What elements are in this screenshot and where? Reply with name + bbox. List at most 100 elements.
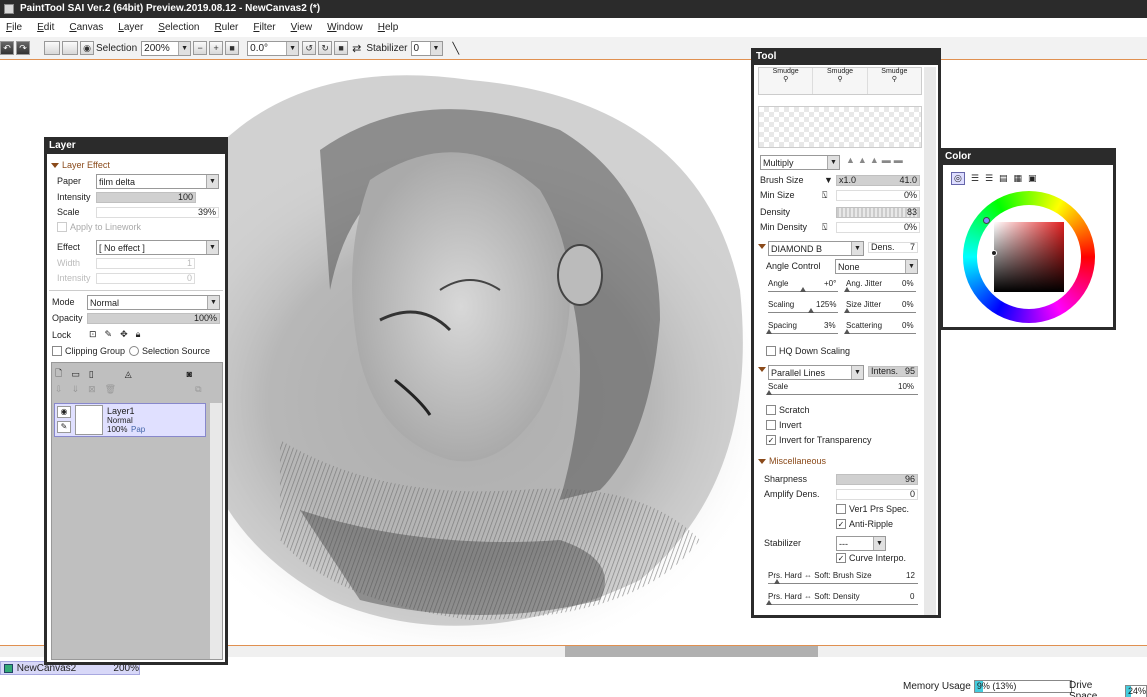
effect-select[interactable]: [ No effect ] ▼ xyxy=(96,240,219,255)
rotate-reset-button[interactable]: ■ xyxy=(334,41,349,55)
deselect-button[interactable] xyxy=(44,41,60,55)
rotate-left-icon[interactable]: ↺ xyxy=(302,41,317,55)
min-size-pressure-icon[interactable]: ⍂ xyxy=(822,190,827,201)
new-folder-icon[interactable]: ▭ xyxy=(71,369,80,380)
scale-slider[interactable]: 39% xyxy=(96,207,219,218)
blend-mode-select[interactable]: Normal ▼ xyxy=(87,295,220,310)
layer-row-layer1[interactable]: ◉ ✎ Layer1 Normal 100% Pap xyxy=(54,403,206,437)
zoom-reset-button[interactable]: ■ xyxy=(225,41,240,55)
prs-brush-size-slider-handle[interactable] xyxy=(774,579,780,584)
min-size-slider[interactable]: 0% xyxy=(836,190,920,201)
zoom-select[interactable]: 200% ▼ xyxy=(141,40,192,56)
rotation-select[interactable]: 0.0° ▼ xyxy=(247,40,300,56)
redo-icon[interactable]: ↷ xyxy=(16,41,30,55)
brush-blend-select[interactable]: Multiply ▼ xyxy=(760,155,840,170)
tool-slot-smudge-1[interactable]: Smudge ⚲ xyxy=(759,68,814,94)
density-slider[interactable]: 83 xyxy=(836,207,920,218)
prs-density-slider[interactable] xyxy=(768,604,918,605)
brush-size-slider[interactable]: x1.0 41.0 xyxy=(836,175,920,186)
stabilizer-select[interactable]: 0 ▼ xyxy=(410,40,443,56)
menu-selection[interactable]: Selection xyxy=(152,22,208,33)
lock-paint-icon[interactable]: ✎ xyxy=(105,329,113,340)
menu-canvas[interactable]: Canvas xyxy=(63,22,112,33)
transfer-down-icon[interactable]: ⇩ xyxy=(55,384,63,395)
delete-layer-icon[interactable]: 🗑︎ xyxy=(105,384,116,395)
tool-panel-scrollbar[interactable] xyxy=(924,67,936,615)
texture-scale-slider-handle[interactable] xyxy=(766,390,772,395)
texture-intensity[interactable]: Intens. 95 xyxy=(868,366,918,377)
undo-icon[interactable]: ↶ xyxy=(0,41,14,55)
texture-scale-slider[interactable] xyxy=(768,394,918,395)
angle-slider-handle[interactable] xyxy=(800,287,806,292)
hq-down-scaling-checkbox[interactable]: HQ Down Scaling xyxy=(766,346,850,356)
new-linework-icon[interactable]: ▯ xyxy=(89,369,94,380)
lock-move-icon[interactable]: ✥ xyxy=(120,329,128,340)
rgb-sliders-tab-icon[interactable]: ☰ xyxy=(971,173,979,184)
paper-select[interactable]: film delta ▼ xyxy=(96,174,219,189)
layer-visibility-icon[interactable]: ◉ xyxy=(57,406,71,418)
texture-select[interactable]: Parallel Lines ▼ xyxy=(768,365,864,380)
brush-size-arrow-icon[interactable]: ▼ xyxy=(824,175,833,185)
tip-shape-3-icon[interactable]: ▲ xyxy=(870,155,879,165)
apply-linework-checkbox[interactable]: Apply to Linework xyxy=(57,222,141,232)
ver1-prs-spec-checkbox[interactable]: Ver1 Prs Spec. xyxy=(836,504,909,514)
clipping-group-checkbox[interactable]: Clipping Group xyxy=(52,346,125,356)
prs-density-slider-handle[interactable] xyxy=(766,600,772,605)
ang-jitter-slider[interactable] xyxy=(846,291,916,292)
layer-edit-icon[interactable]: ✎ xyxy=(57,421,71,433)
curve-interpo-checkbox[interactable]: ✓ Curve Interpo. xyxy=(836,553,906,563)
scrollbar-thumb[interactable] xyxy=(565,646,818,657)
layer-list-scrollbar[interactable] xyxy=(210,403,222,659)
mixer-tab-icon[interactable]: ▤ xyxy=(999,173,1008,184)
scratch-checkbox[interactable]: Scratch xyxy=(766,405,810,415)
angle-control-select[interactable]: None ▼ xyxy=(835,259,918,274)
opacity-slider[interactable]: 100% xyxy=(87,313,220,324)
clear-layer-icon[interactable]: ⊠ xyxy=(88,384,96,395)
menu-filter[interactable]: Filter xyxy=(247,22,284,33)
min-density-slider[interactable]: 0% xyxy=(836,222,920,233)
width-slider[interactable]: 1 xyxy=(96,258,195,269)
fill-layer-icon[interactable]: ◬ xyxy=(125,369,132,380)
spacing-slider-handle[interactable] xyxy=(766,329,772,334)
invert-selection-button[interactable] xyxy=(62,41,78,55)
scaling-slider[interactable] xyxy=(768,312,838,313)
size-jitter-slider[interactable] xyxy=(846,312,916,313)
brush-shape-density[interactable]: Dens. 7 xyxy=(868,242,918,253)
layer-effect-section[interactable]: Layer Effect xyxy=(51,160,110,170)
scattering-slider-handle[interactable] xyxy=(844,329,850,334)
apply-mask-icon[interactable]: ⧉ xyxy=(195,384,201,395)
zoom-in-button[interactable]: + xyxy=(209,41,224,55)
tip-shape-4-icon[interactable]: ▬ xyxy=(882,155,891,165)
ang-jitter-slider-handle[interactable] xyxy=(844,287,850,292)
invert-transparency-checkbox[interactable]: ✓ Invert for Transparency xyxy=(766,435,872,445)
menu-layer[interactable]: Layer xyxy=(112,22,152,33)
menu-file[interactable]: File xyxy=(0,22,31,33)
tool-slot-smudge-2[interactable]: Smudge ⚲ xyxy=(813,68,868,94)
lock-transparency-icon[interactable]: ⊡ xyxy=(89,329,97,340)
lock-all-icon[interactable]: 🔒︎ xyxy=(136,329,141,340)
tip-shape-1-icon[interactable]: ▲ xyxy=(846,155,855,165)
scaling-slider-handle[interactable] xyxy=(808,308,814,313)
color-wheel-tab-icon[interactable]: ◎ xyxy=(951,172,965,185)
min-density-pressure-icon[interactable]: ⍂ xyxy=(822,222,827,233)
layer-mask-icon[interactable]: ◙ xyxy=(187,369,192,379)
hue-wheel[interactable] xyxy=(963,191,1095,323)
selection-source-checkbox[interactable]: Selection Source xyxy=(129,346,210,356)
menu-view[interactable]: View xyxy=(285,22,322,33)
invert-checkbox[interactable]: Invert xyxy=(766,420,802,430)
tip-shape-2-icon[interactable]: ▲ xyxy=(858,155,867,165)
size-jitter-slider-handle[interactable] xyxy=(844,308,850,313)
menu-help[interactable]: Help xyxy=(372,22,408,33)
rotate-right-icon[interactable]: ↻ xyxy=(318,41,333,55)
swatches-tab-icon[interactable]: ▦ xyxy=(1014,173,1023,184)
line-tool-icon[interactable]: ╲ xyxy=(453,42,460,55)
sharpness-slider[interactable]: 96 xyxy=(836,474,918,485)
miscellaneous-section[interactable]: Miscellaneous xyxy=(758,456,826,466)
menu-edit[interactable]: Edit xyxy=(31,22,63,33)
hsv-sliders-tab-icon[interactable]: ☰ xyxy=(985,173,993,184)
saturation-value-square[interactable] xyxy=(994,222,1064,292)
color-picker-marker[interactable] xyxy=(991,250,997,256)
tip-shape-5-icon[interactable]: ▬ xyxy=(894,155,903,165)
tool-slot-smudge-3[interactable]: Smudge ⚲ xyxy=(868,68,921,94)
scattering-slider[interactable] xyxy=(846,333,916,334)
